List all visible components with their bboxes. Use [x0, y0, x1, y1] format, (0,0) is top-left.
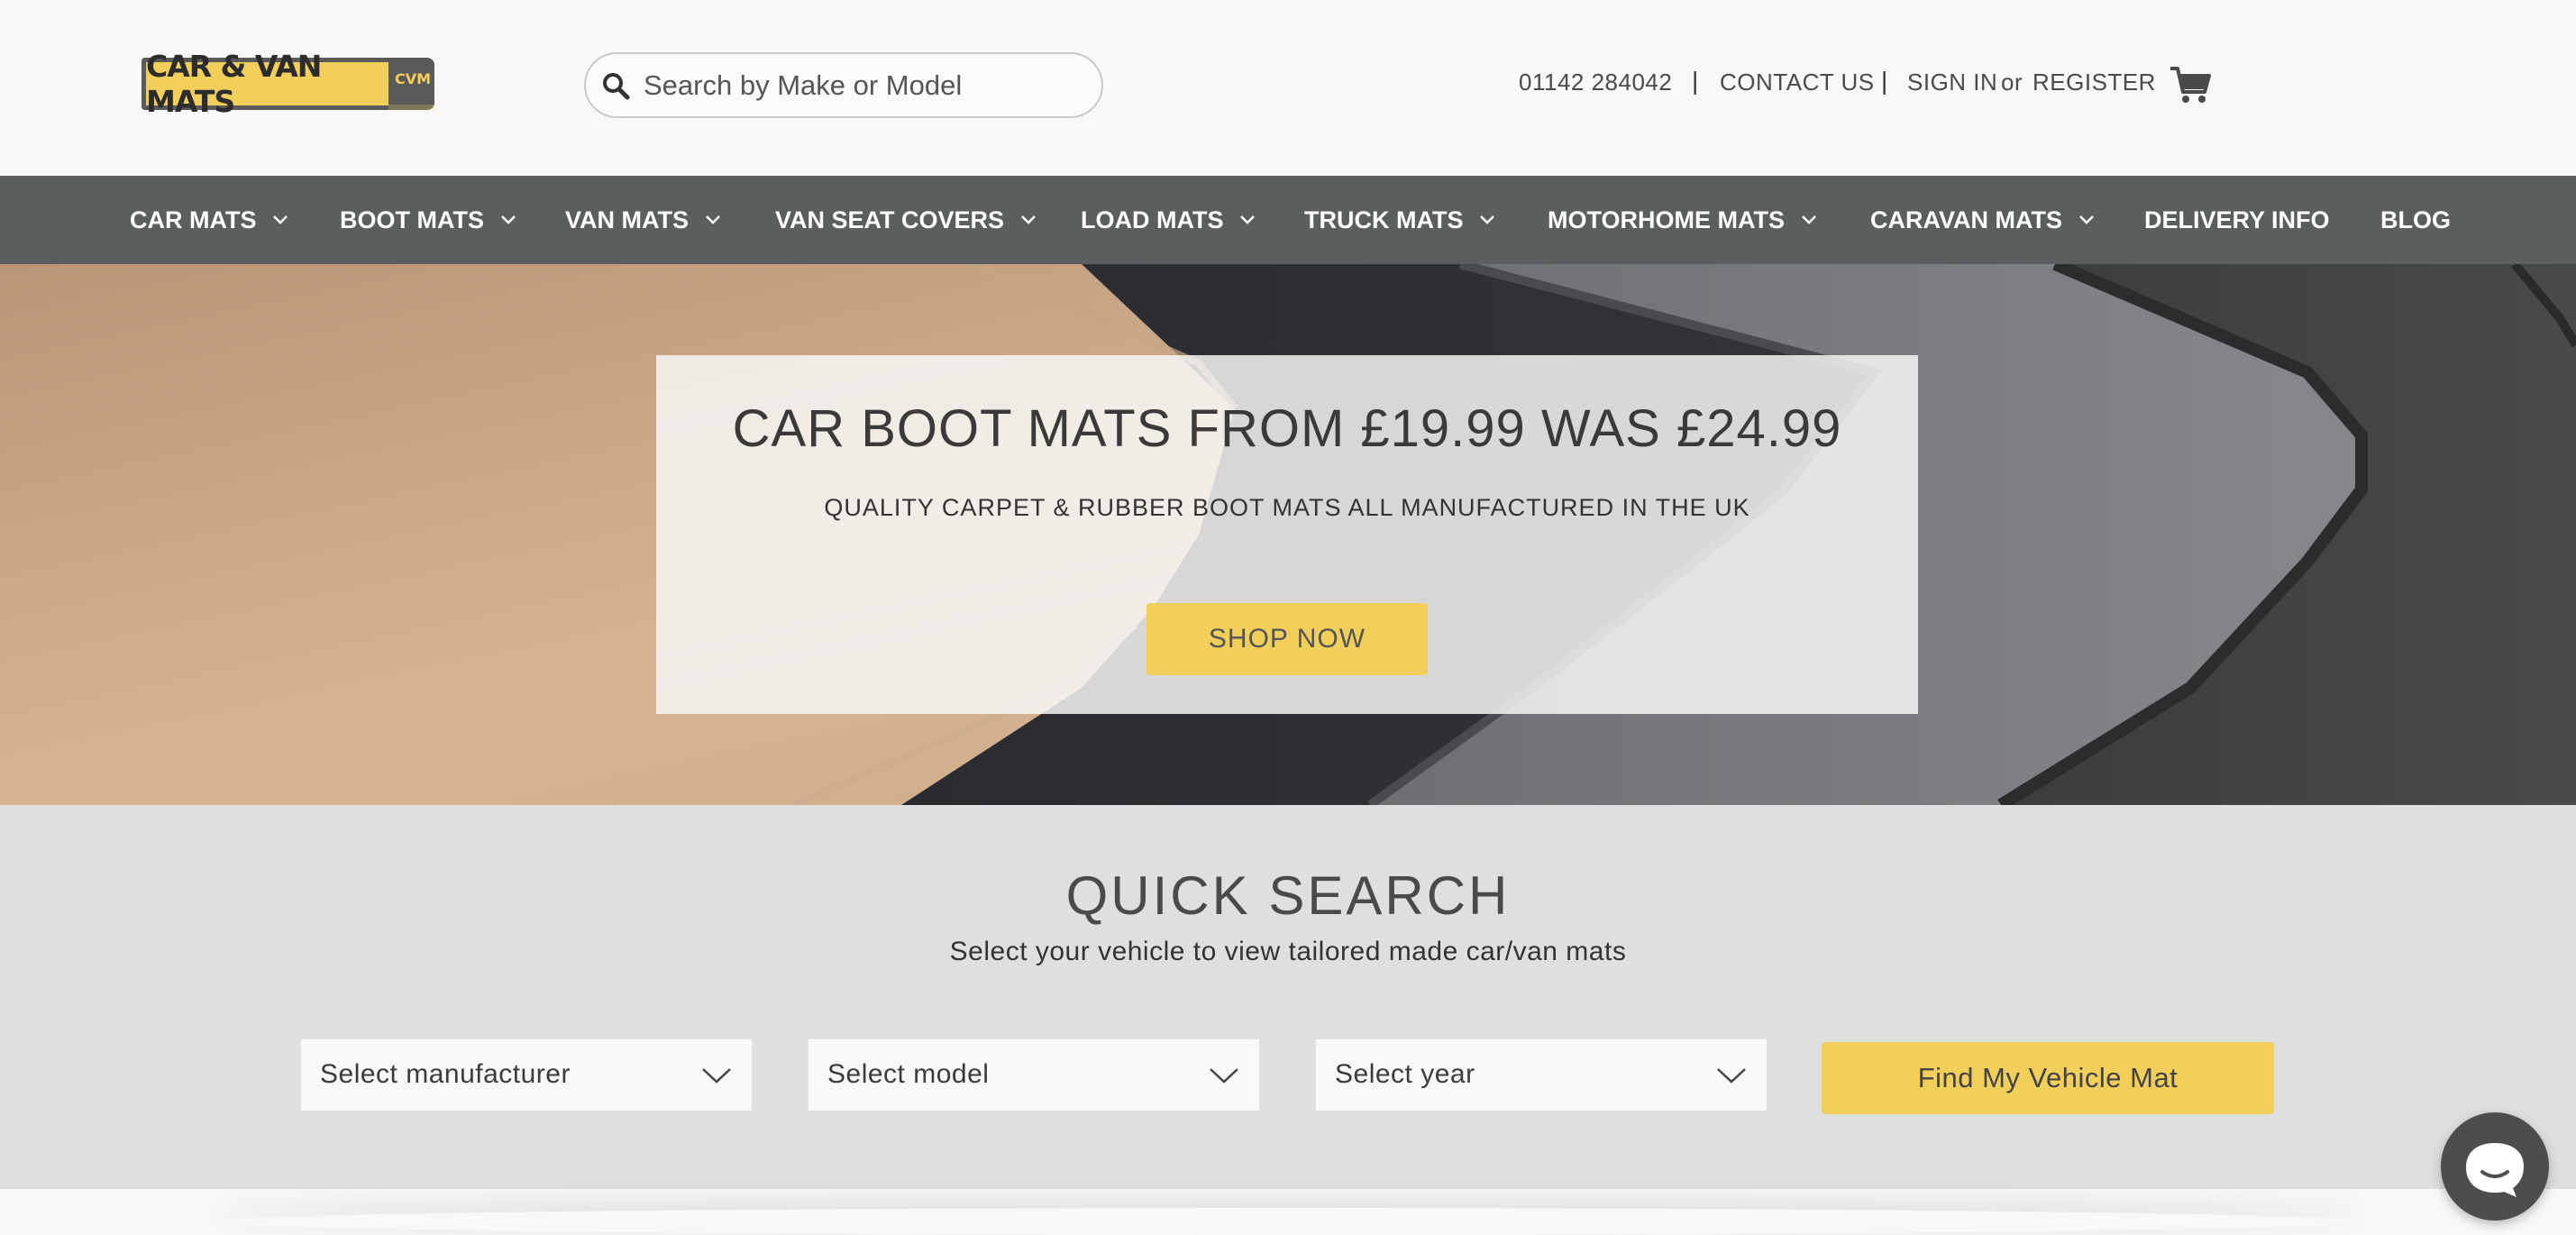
- header-separator: |: [1692, 67, 1699, 95]
- hero-title: CAR BOOT MATS FROM £19.99 WAS £24.99: [732, 399, 1842, 458]
- nav-item-label: BOOT MATS: [340, 206, 484, 233]
- nav-item-label: CAR MATS: [130, 206, 257, 233]
- search-input[interactable]: [644, 65, 1076, 106]
- quick-search-subtitle: Select your vehicle to view tailored mad…: [949, 937, 1627, 966]
- or-text: or: [2001, 69, 2023, 96]
- find-my-vehicle-mat-button[interactable]: Find My Vehicle Mat: [1822, 1042, 2274, 1114]
- chevron-down-icon: [501, 215, 516, 224]
- register-link[interactable]: REGISTER: [2032, 69, 2156, 96]
- nav-item-label: CARAVAN MATS: [1870, 206, 2062, 233]
- manufacturer-select-value: Select manufacturer: [320, 1059, 571, 1089]
- chevron-down-icon: [2079, 215, 2094, 224]
- quick-search-section: QUICK SEARCH Select your vehicle to view…: [0, 805, 2576, 1189]
- logo-badge-text: CVM: [395, 70, 432, 87]
- year-select-value: Select year: [1335, 1059, 1475, 1089]
- header-separator: |: [1881, 67, 1888, 95]
- nav-item-label: LOAD MATS: [1081, 206, 1224, 233]
- nav-item-van-mats[interactable]: VAN MATS: [565, 176, 721, 264]
- contact-us-link[interactable]: CONTACT US: [1720, 69, 1875, 96]
- chevron-down-icon: [1802, 215, 1816, 224]
- nav-item-load-mats[interactable]: LOAD MATS: [1081, 176, 1256, 264]
- nav-item-label: DELIVERY INFO: [2144, 206, 2330, 233]
- main-nav: CAR MATS BOOT MATS VAN MATS VAN SEAT COV…: [0, 176, 2576, 264]
- site-logo[interactable]: CAR & VAN MATS CVM: [142, 49, 434, 119]
- quick-search-title: QUICK SEARCH: [1065, 865, 1511, 926]
- chevron-down-icon: [1717, 1068, 1746, 1084]
- chevron-down-icon: [702, 1068, 731, 1084]
- nav-item-label: MOTORHOME MATS: [1548, 206, 1785, 233]
- nav-item-label: TRUCK MATS: [1304, 206, 1464, 233]
- nav-item-van-seat-covers[interactable]: VAN SEAT COVERS: [775, 176, 1037, 264]
- model-select[interactable]: Select model: [808, 1038, 1260, 1112]
- content-card-shadow: [216, 1208, 2361, 1235]
- chevron-down-icon: [1021, 215, 1036, 224]
- nav-item-label: VAN MATS: [565, 206, 689, 233]
- chevron-down-icon: [706, 215, 720, 224]
- hero-promo-box: CAR BOOT MATS FROM £19.99 WAS £24.99 QUA…: [656, 355, 1918, 714]
- shop-now-button[interactable]: SHOP NOW: [1146, 603, 1428, 675]
- logo-badge: CVM: [388, 58, 434, 110]
- nav-item-motorhome-mats[interactable]: MOTORHOME MATS: [1548, 176, 1817, 264]
- nav-item-car-mats[interactable]: CAR MATS: [130, 176, 288, 264]
- nav-item-label: VAN SEAT COVERS: [775, 206, 1005, 233]
- hero-subtitle: QUALITY CARPET & RUBBER BOOT MATS ALL MA…: [824, 494, 1750, 521]
- nav-item-boot-mats[interactable]: BOOT MATS: [340, 176, 516, 264]
- logo-text: CAR & VAN MATS: [142, 49, 388, 119]
- site-header: CAR & VAN MATS CVM 01142 284042 | CONTAC…: [0, 0, 2576, 176]
- nav-item-truck-mats[interactable]: TRUCK MATS: [1304, 176, 1495, 264]
- phone-number[interactable]: 01142 284042: [1519, 69, 1672, 96]
- chevron-down-icon: [1480, 215, 1495, 224]
- hero-banner: CAR BOOT MATS FROM £19.99 WAS £24.99 QUA…: [0, 264, 2576, 805]
- chat-widget-button[interactable]: [2441, 1112, 2549, 1221]
- year-select[interactable]: Select year: [1315, 1038, 1768, 1112]
- chevron-down-icon: [1210, 1068, 1238, 1084]
- manufacturer-select[interactable]: Select manufacturer: [300, 1038, 753, 1112]
- model-select-value: Select model: [827, 1059, 990, 1089]
- nav-item-label: BLOG: [2380, 206, 2451, 233]
- search-icon[interactable]: [600, 70, 633, 103]
- chevron-down-icon: [273, 215, 288, 224]
- nav-item-delivery-info[interactable]: DELIVERY INFO: [2144, 176, 2330, 264]
- nav-item-blog[interactable]: BLOG: [2380, 176, 2451, 264]
- nav-item-caravan-mats[interactable]: CARAVAN MATS: [1870, 176, 2095, 264]
- chevron-down-icon: [1240, 215, 1256, 224]
- search-bar: [584, 52, 1103, 118]
- cart-icon[interactable]: [2169, 65, 2212, 105]
- chat-bubble-icon: [2466, 1143, 2524, 1197]
- sign-in-link[interactable]: SIGN IN: [1907, 69, 1997, 96]
